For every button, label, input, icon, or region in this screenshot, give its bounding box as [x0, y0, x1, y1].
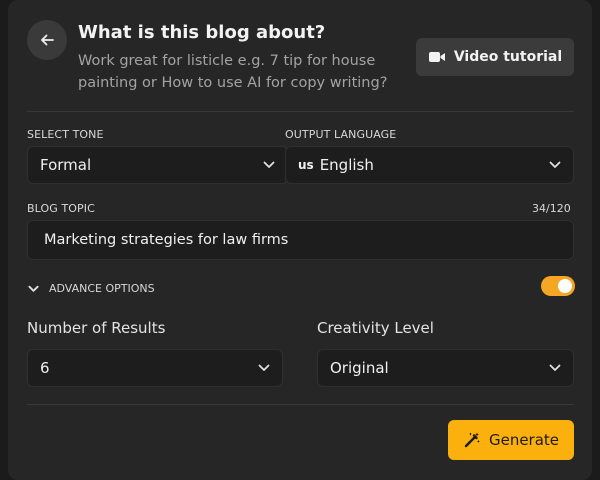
blog-topic-value: Marketing strategies for law firms — [44, 232, 289, 248]
us-flag-icon: us — [298, 158, 314, 172]
creativity-select[interactable]: Original — [317, 349, 574, 387]
results-label: Number of Results — [27, 319, 166, 337]
video-tutorial-button[interactable]: Video tutorial — [416, 38, 574, 76]
results-select[interactable]: 6 — [27, 349, 283, 387]
chevron-down-icon — [258, 364, 270, 371]
back-button[interactable] — [27, 20, 67, 60]
blog-settings-panel: What is this blog about? Work great for … — [8, 0, 592, 480]
tone-label: SELECT TONE — [27, 128, 104, 141]
blog-topic-input[interactable]: Marketing strategies for law firms — [27, 220, 574, 260]
topic-char-counter: 34/120 — [532, 202, 571, 215]
footer-divider — [27, 404, 574, 405]
language-label: OUTPUT LANGUAGE — [285, 128, 397, 141]
chevron-down-icon — [28, 285, 39, 292]
video-camera-icon — [428, 52, 445, 62]
video-tutorial-label: Video tutorial — [453, 49, 563, 65]
chevron-down-icon — [263, 161, 275, 168]
creativity-label: Creativity Level — [317, 319, 434, 337]
creativity-value: Original — [330, 359, 389, 377]
chevron-down-icon — [549, 161, 561, 168]
header-divider — [27, 111, 574, 112]
language-value: English — [319, 156, 374, 174]
topic-label: BLOG TOPIC — [27, 202, 95, 215]
tone-select[interactable]: Formal — [27, 146, 288, 184]
chevron-down-icon — [549, 364, 561, 371]
switch-knob — [558, 279, 572, 293]
advance-options-label: ADVANCE OPTIONS — [49, 282, 155, 295]
advance-options-switch[interactable] — [541, 276, 575, 296]
page-subtitle: Work great for listicle e.g. 7 tip for h… — [78, 53, 388, 91]
magic-wand-icon — [464, 432, 480, 448]
results-value: 6 — [40, 359, 50, 377]
language-select[interactable]: us English — [285, 146, 574, 184]
arrow-left-icon — [41, 34, 54, 46]
page-title: What is this blog about? — [78, 22, 326, 43]
generate-label: Generate — [488, 431, 560, 449]
generate-button[interactable]: Generate — [448, 420, 574, 460]
tone-value: Formal — [40, 156, 92, 174]
advance-options-toggle-header[interactable]: ADVANCE OPTIONS — [28, 282, 155, 295]
